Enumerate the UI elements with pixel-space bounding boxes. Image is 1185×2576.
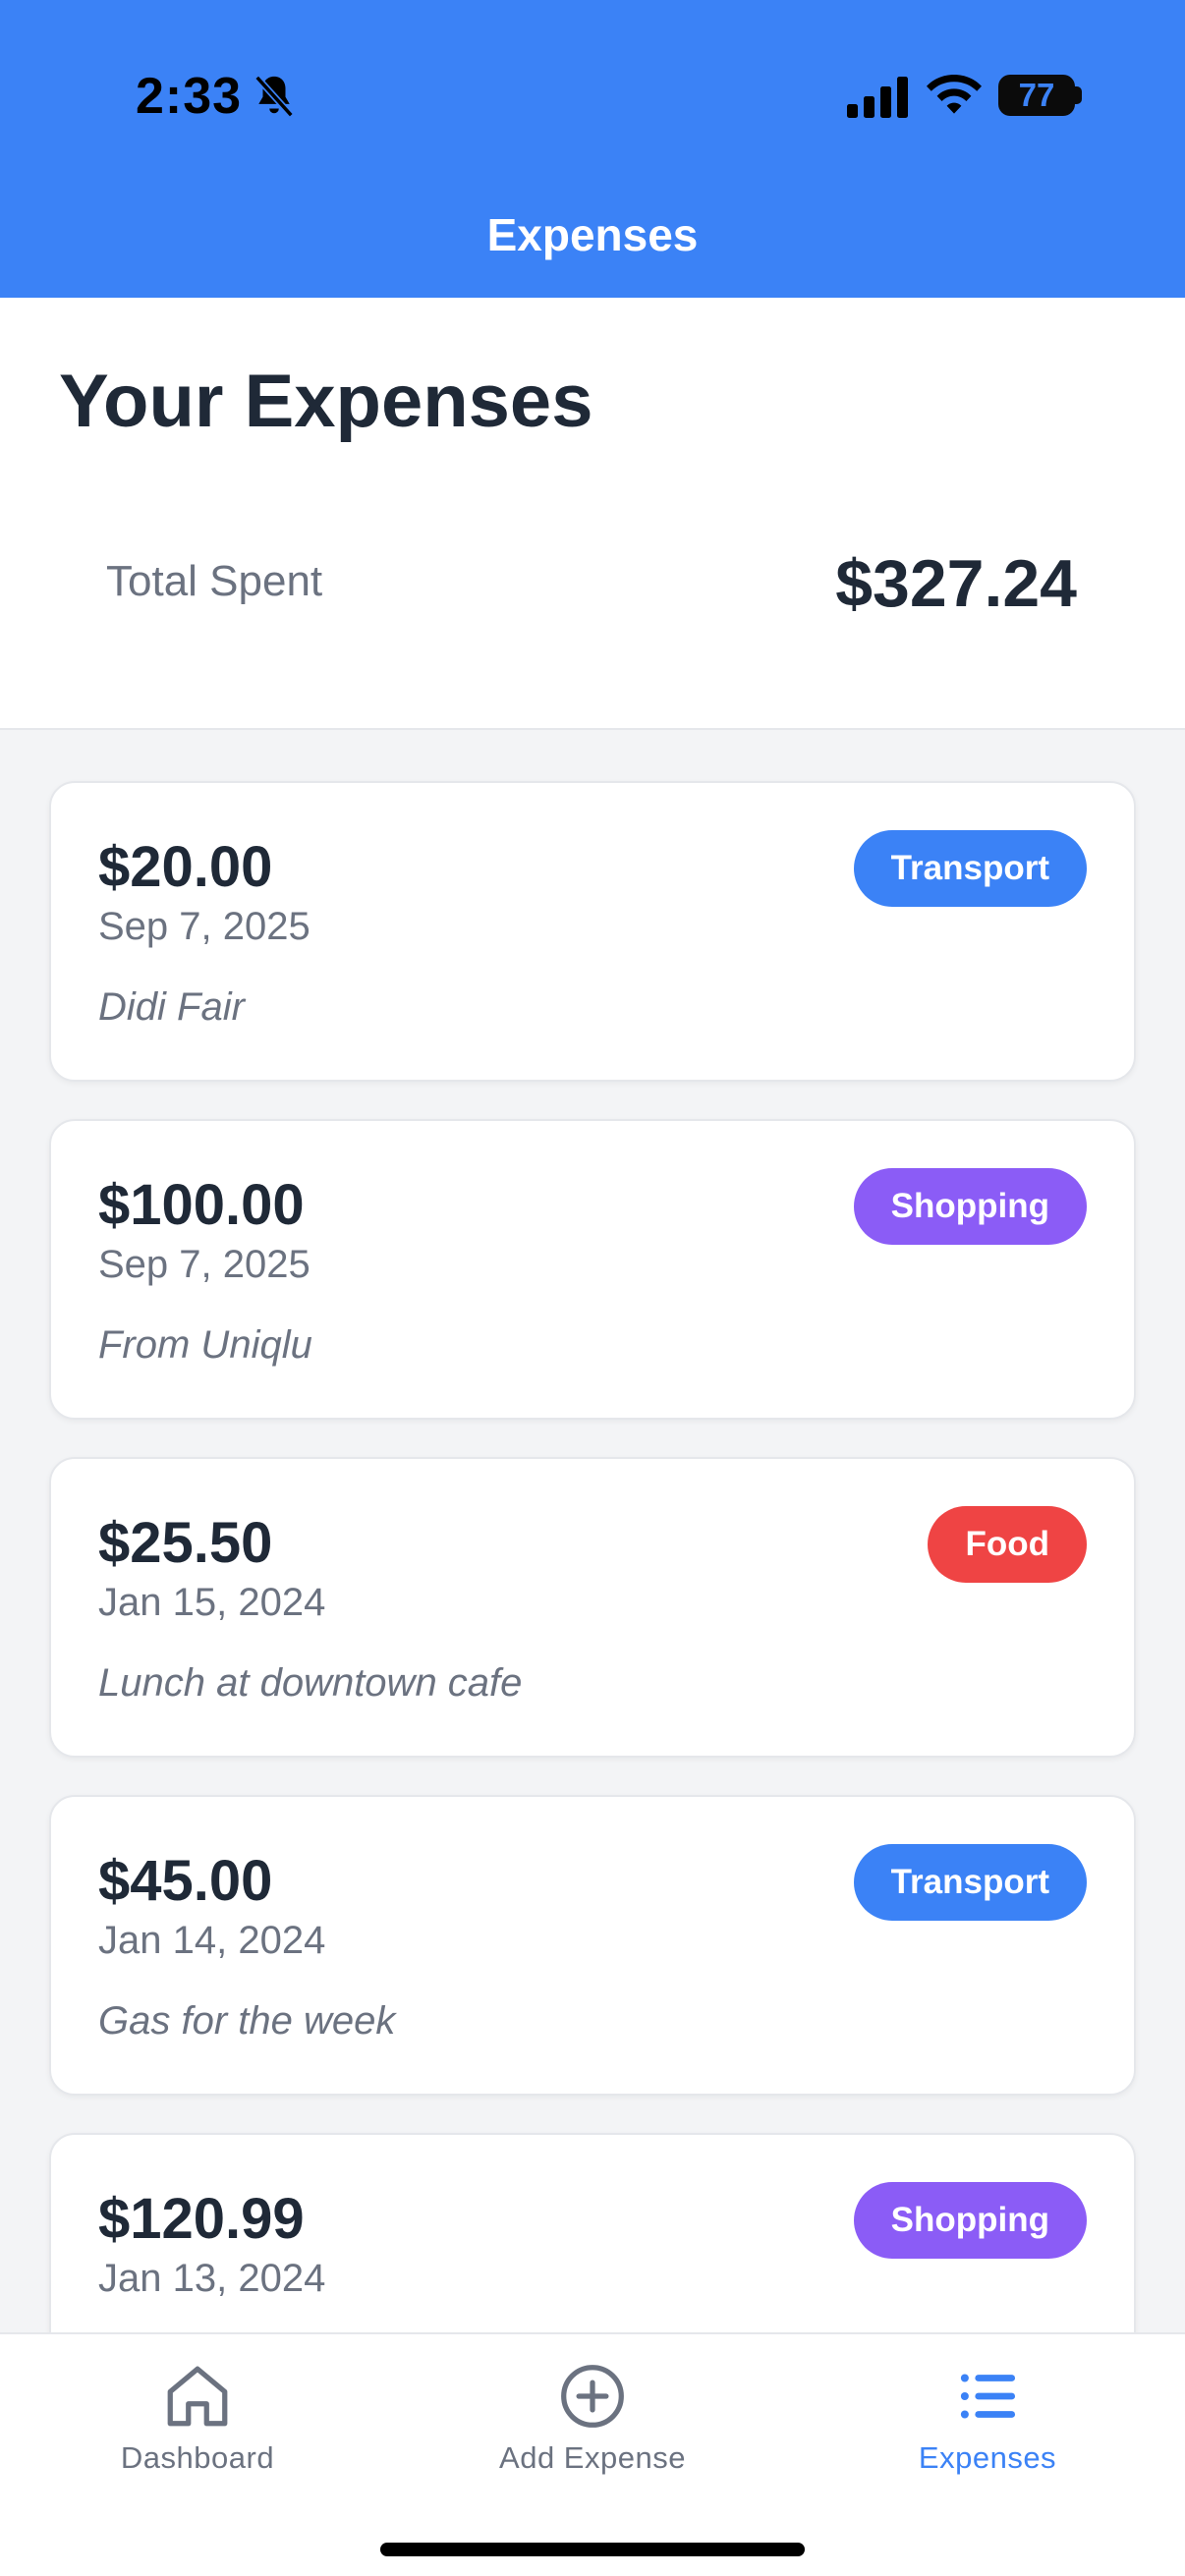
expense-note: From Uniqlu [98, 1323, 312, 1367]
expense-amount: $120.99 [98, 2187, 305, 2251]
expense-date: Sep 7, 2025 [98, 905, 310, 948]
battery-tip [1075, 86, 1082, 104]
expense-amount: $25.50 [98, 1511, 273, 1575]
tab-bar: Dashboard Add Expense Expenses [0, 2332, 1185, 2576]
tab-dashboard[interactable]: Dashboard [0, 2334, 395, 2501]
expense-note: Didi Fair [98, 985, 245, 1029]
expense-card[interactable]: $120.99 Jan 13, 2024 Shopping [49, 2133, 1136, 2333]
expense-date: Sep 7, 2025 [98, 1243, 310, 1286]
total-spent-value: $327.24 [835, 546, 1077, 621]
battery-icon: 77 [998, 75, 1075, 116]
list-icon [960, 2374, 1016, 2419]
page-title: Your Expenses [59, 360, 593, 443]
tab-label: Add Expense [499, 2440, 686, 2475]
expense-note: Lunch at downtown cafe [98, 1661, 523, 1705]
plus-circle-icon [561, 2365, 624, 2428]
bell-slash-icon [254, 75, 294, 118]
expense-note: Gas for the week [98, 1999, 396, 2043]
app-header: 2:33 77 Expenses [0, 0, 1185, 298]
category-badge: Shopping [853, 2182, 1087, 2259]
tab-expenses[interactable]: Expenses [790, 2334, 1185, 2501]
app-screen: 2:33 77 Expenses Your Expenses Total Spe… [0, 0, 1185, 2576]
expense-card[interactable]: $25.50 Jan 15, 2024 Lunch at downtown ca… [49, 1457, 1136, 1758]
category-badge: Transport [853, 1844, 1087, 1921]
expense-date: Jan 14, 2024 [98, 1919, 326, 1962]
expense-card[interactable]: $20.00 Sep 7, 2025 Didi Fair Transport [49, 781, 1136, 1082]
expense-date: Jan 13, 2024 [98, 2257, 326, 2300]
tab-label: Expenses [918, 2440, 1057, 2475]
home-icon [167, 2366, 228, 2427]
expense-amount: $100.00 [98, 1173, 305, 1237]
expense-card[interactable]: $45.00 Jan 14, 2024 Gas for the week Tra… [49, 1795, 1136, 2096]
category-badge: Shopping [853, 1168, 1087, 1245]
summary-panel: Your Expenses Total Spent $327.24 [0, 298, 1185, 730]
category-badge: Food [928, 1506, 1087, 1583]
category-badge: Transport [853, 830, 1087, 907]
expense-amount: $20.00 [98, 835, 273, 899]
expense-list[interactable]: $20.00 Sep 7, 2025 Didi Fair Transport $… [0, 730, 1185, 2333]
wifi-icon [927, 75, 982, 114]
signal-icon [847, 77, 908, 118]
expense-date: Jan 15, 2024 [98, 1581, 326, 1624]
home-indicator[interactable] [380, 2543, 805, 2556]
expense-card[interactable]: $100.00 Sep 7, 2025 From Uniqlu Shopping [49, 1119, 1136, 1420]
tab-add-expense[interactable]: Add Expense [395, 2334, 790, 2501]
nav-title: Expenses [486, 209, 699, 260]
tab-label: Dashboard [120, 2440, 275, 2475]
total-spent-label: Total Spent [106, 557, 323, 605]
status-time: 2:33 [136, 68, 243, 125]
expense-amount: $45.00 [98, 1849, 273, 1913]
